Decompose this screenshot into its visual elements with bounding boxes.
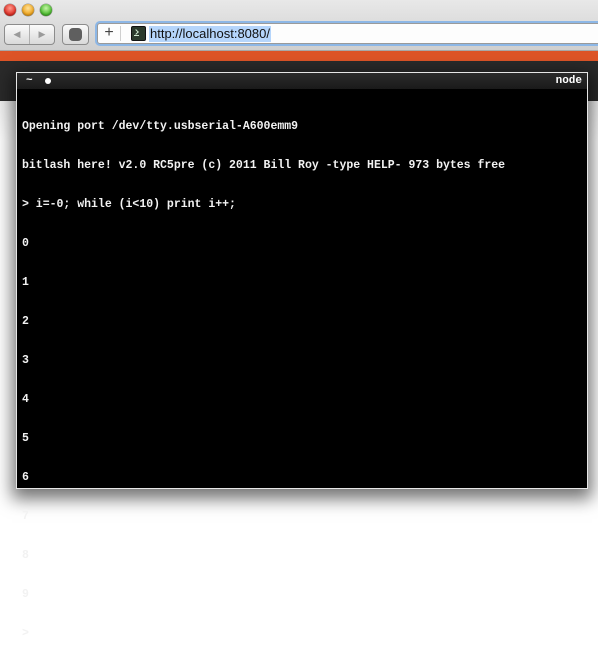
back-arrow-icon: ◀ <box>13 29 21 39</box>
terminal-line: 6 <box>22 471 29 484</box>
url-input[interactable]: http://localhost:8080/ <box>149 25 271 42</box>
terminal-line: 4 <box>22 393 29 406</box>
browser-toolbar: ◀ ▶ + http://localhost:8080/ <box>0 0 598 51</box>
add-bookmark-button[interactable]: + <box>98 25 121 41</box>
terminal-line: bitlash here! v2.0 RC5pre (c) 2011 Bill … <box>22 159 506 172</box>
activity-dot-icon <box>45 78 51 84</box>
terminal-line: 0 <box>22 237 29 250</box>
terminal-line: 5 <box>22 432 29 445</box>
terminal-line: 9 <box>22 588 29 601</box>
terminal-line: 2 <box>22 315 29 328</box>
terminal-line: Opening port /dev/tty.usbserial-A600emm9 <box>22 120 299 133</box>
address-bar[interactable]: + http://localhost:8080/ <box>97 23 598 44</box>
forward-button[interactable]: ▶ <box>29 25 54 44</box>
terminal-line: 7 <box>22 510 29 523</box>
zoom-window-button[interactable] <box>40 4 52 16</box>
terminal-process-name: node <box>555 75 582 87</box>
minimize-window-button[interactable] <box>22 4 34 16</box>
stop-button[interactable] <box>62 24 89 45</box>
close-window-button[interactable] <box>4 4 16 16</box>
terminal-line: > i=-0; while (i<10) print i++; <box>22 198 236 211</box>
hand-stop-icon <box>69 28 82 41</box>
history-nav: ◀ ▶ <box>4 24 55 45</box>
terminal-window[interactable]: ~ node Opening port /dev/tty.usbserial-A… <box>16 72 588 640</box>
forward-arrow-icon: ▶ <box>38 29 46 39</box>
terminal-icon <box>131 26 146 41</box>
terminal-output[interactable]: Opening port /dev/tty.usbserial-A600emm9… <box>17 89 587 666</box>
window-controls <box>4 4 52 16</box>
accent-bar <box>0 51 598 61</box>
terminal-prompt[interactable]: > <box>22 627 582 640</box>
terminal-cwd: ~ <box>26 75 33 87</box>
terminal-titlebar: ~ node <box>17 73 587 89</box>
terminal-line: 1 <box>22 276 29 289</box>
back-button[interactable]: ◀ <box>5 25 29 44</box>
terminal-line: 3 <box>22 354 29 367</box>
